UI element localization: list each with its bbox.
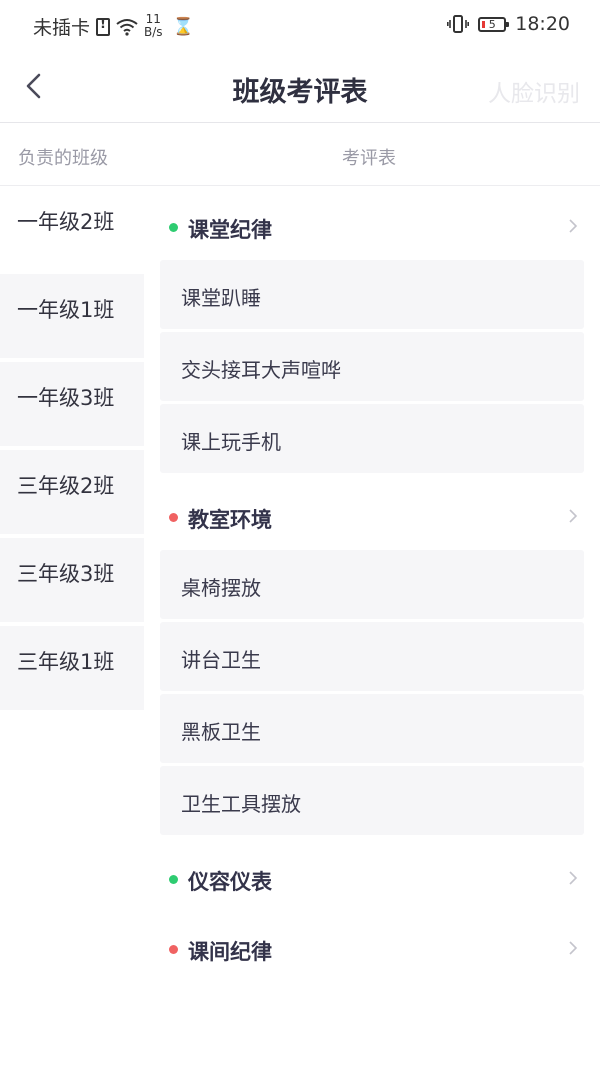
chevron-right-icon — [569, 509, 578, 523]
chevron-right-icon — [569, 941, 578, 955]
status-right: 5 18:20 — [447, 13, 570, 35]
eval-item[interactable]: 课堂趴睡 — [160, 260, 584, 329]
eval-column-header: 考评表 — [342, 148, 396, 169]
sim-alert-icon — [96, 17, 111, 36]
class-item-label: 三年级1班 — [17, 650, 115, 674]
status-left: 未插卡 11 B/s ⌛ — [33, 11, 194, 40]
eval-item-label: 课堂趴睡 — [181, 286, 261, 310]
status-dot — [169, 945, 178, 954]
eval-item[interactable]: 卫生工具摆放 — [160, 766, 584, 835]
class-item-label: 三年级3班 — [17, 562, 115, 586]
class-item-2[interactable]: 一年级1班 — [0, 274, 144, 358]
battery-icon: 5 — [478, 16, 510, 32]
hourglass-icon: ⌛ — [172, 16, 194, 37]
eval-item-label: 桌椅摆放 — [181, 576, 261, 600]
class-item-3[interactable]: 一年级3班 — [0, 362, 144, 446]
section-header-classroom-discipline[interactable]: 课堂纪律 — [160, 190, 584, 260]
evaluation-list: 课堂纪律 课堂趴睡 交头接耳大声喧哗 课上玩手机 教室环境 桌椅摆放 讲台卫生 … — [160, 190, 584, 982]
status-dot — [169, 513, 178, 522]
class-item-label: 三年级2班 — [17, 474, 115, 498]
section-header-break-discipline[interactable]: 课间纪律 — [160, 912, 584, 982]
eval-item[interactable]: 讲台卫生 — [160, 622, 584, 691]
class-item-1[interactable]: 一年级2班 — [0, 186, 144, 270]
carrier-label: 未插卡 — [33, 17, 91, 39]
section-title: 课堂纪律 — [188, 218, 272, 242]
eval-item-label: 课上玩手机 — [181, 430, 281, 454]
class-list: 一年级2班 一年级1班 一年级3班 三年级2班 三年级3班 三年级1班 — [0, 186, 144, 714]
eval-item[interactable]: 交头接耳大声喧哗 — [160, 332, 584, 401]
status-bar: 未插卡 11 B/s ⌛ 5 18:20 — [0, 0, 600, 52]
class-item-6[interactable]: 三年级1班 — [0, 626, 144, 710]
vibrate-icon — [447, 15, 470, 33]
column-headers: 负责的班级 考评表 — [0, 123, 600, 186]
eval-item-label: 黑板卫生 — [181, 720, 261, 744]
section-title: 教室环境 — [188, 508, 272, 532]
class-item-label: 一年级1班 — [17, 298, 115, 322]
wifi-icon — [116, 18, 138, 36]
clock: 18:20 — [515, 13, 570, 35]
nav-bar: 班级考评表 人脸识别 — [0, 52, 600, 123]
chevron-right-icon — [569, 871, 578, 885]
eval-item-label: 交头接耳大声喧哗 — [181, 358, 341, 382]
eval-item[interactable]: 桌椅摆放 — [160, 550, 584, 619]
section-header-appearance[interactable]: 仪容仪表 — [160, 842, 584, 912]
eval-item[interactable]: 黑板卫生 — [160, 694, 584, 763]
class-item-4[interactable]: 三年级2班 — [0, 450, 144, 534]
battery-level: 5 — [488, 17, 496, 31]
section-title: 仪容仪表 — [188, 870, 272, 894]
eval-item-label: 讲台卫生 — [181, 648, 261, 672]
status-dot — [169, 875, 178, 884]
chevron-right-icon — [569, 219, 578, 233]
face-recognition-button[interactable]: 人脸识别 — [488, 74, 580, 108]
class-item-label: 一年级2班 — [17, 210, 115, 234]
status-dot — [169, 223, 178, 232]
class-column-header: 负责的班级 — [18, 148, 108, 169]
net-speed-unit: B/s — [144, 24, 163, 39]
net-speed-value: 11 — [145, 11, 161, 26]
eval-item[interactable]: 课上玩手机 — [160, 404, 584, 473]
class-item-label: 一年级3班 — [17, 386, 115, 410]
eval-item-label: 卫生工具摆放 — [181, 792, 301, 816]
section-title: 课间纪律 — [188, 940, 272, 964]
net-speed: 11 B/s — [144, 11, 163, 39]
class-item-5[interactable]: 三年级3班 — [0, 538, 144, 622]
section-header-classroom-environment[interactable]: 教室环境 — [160, 480, 584, 550]
